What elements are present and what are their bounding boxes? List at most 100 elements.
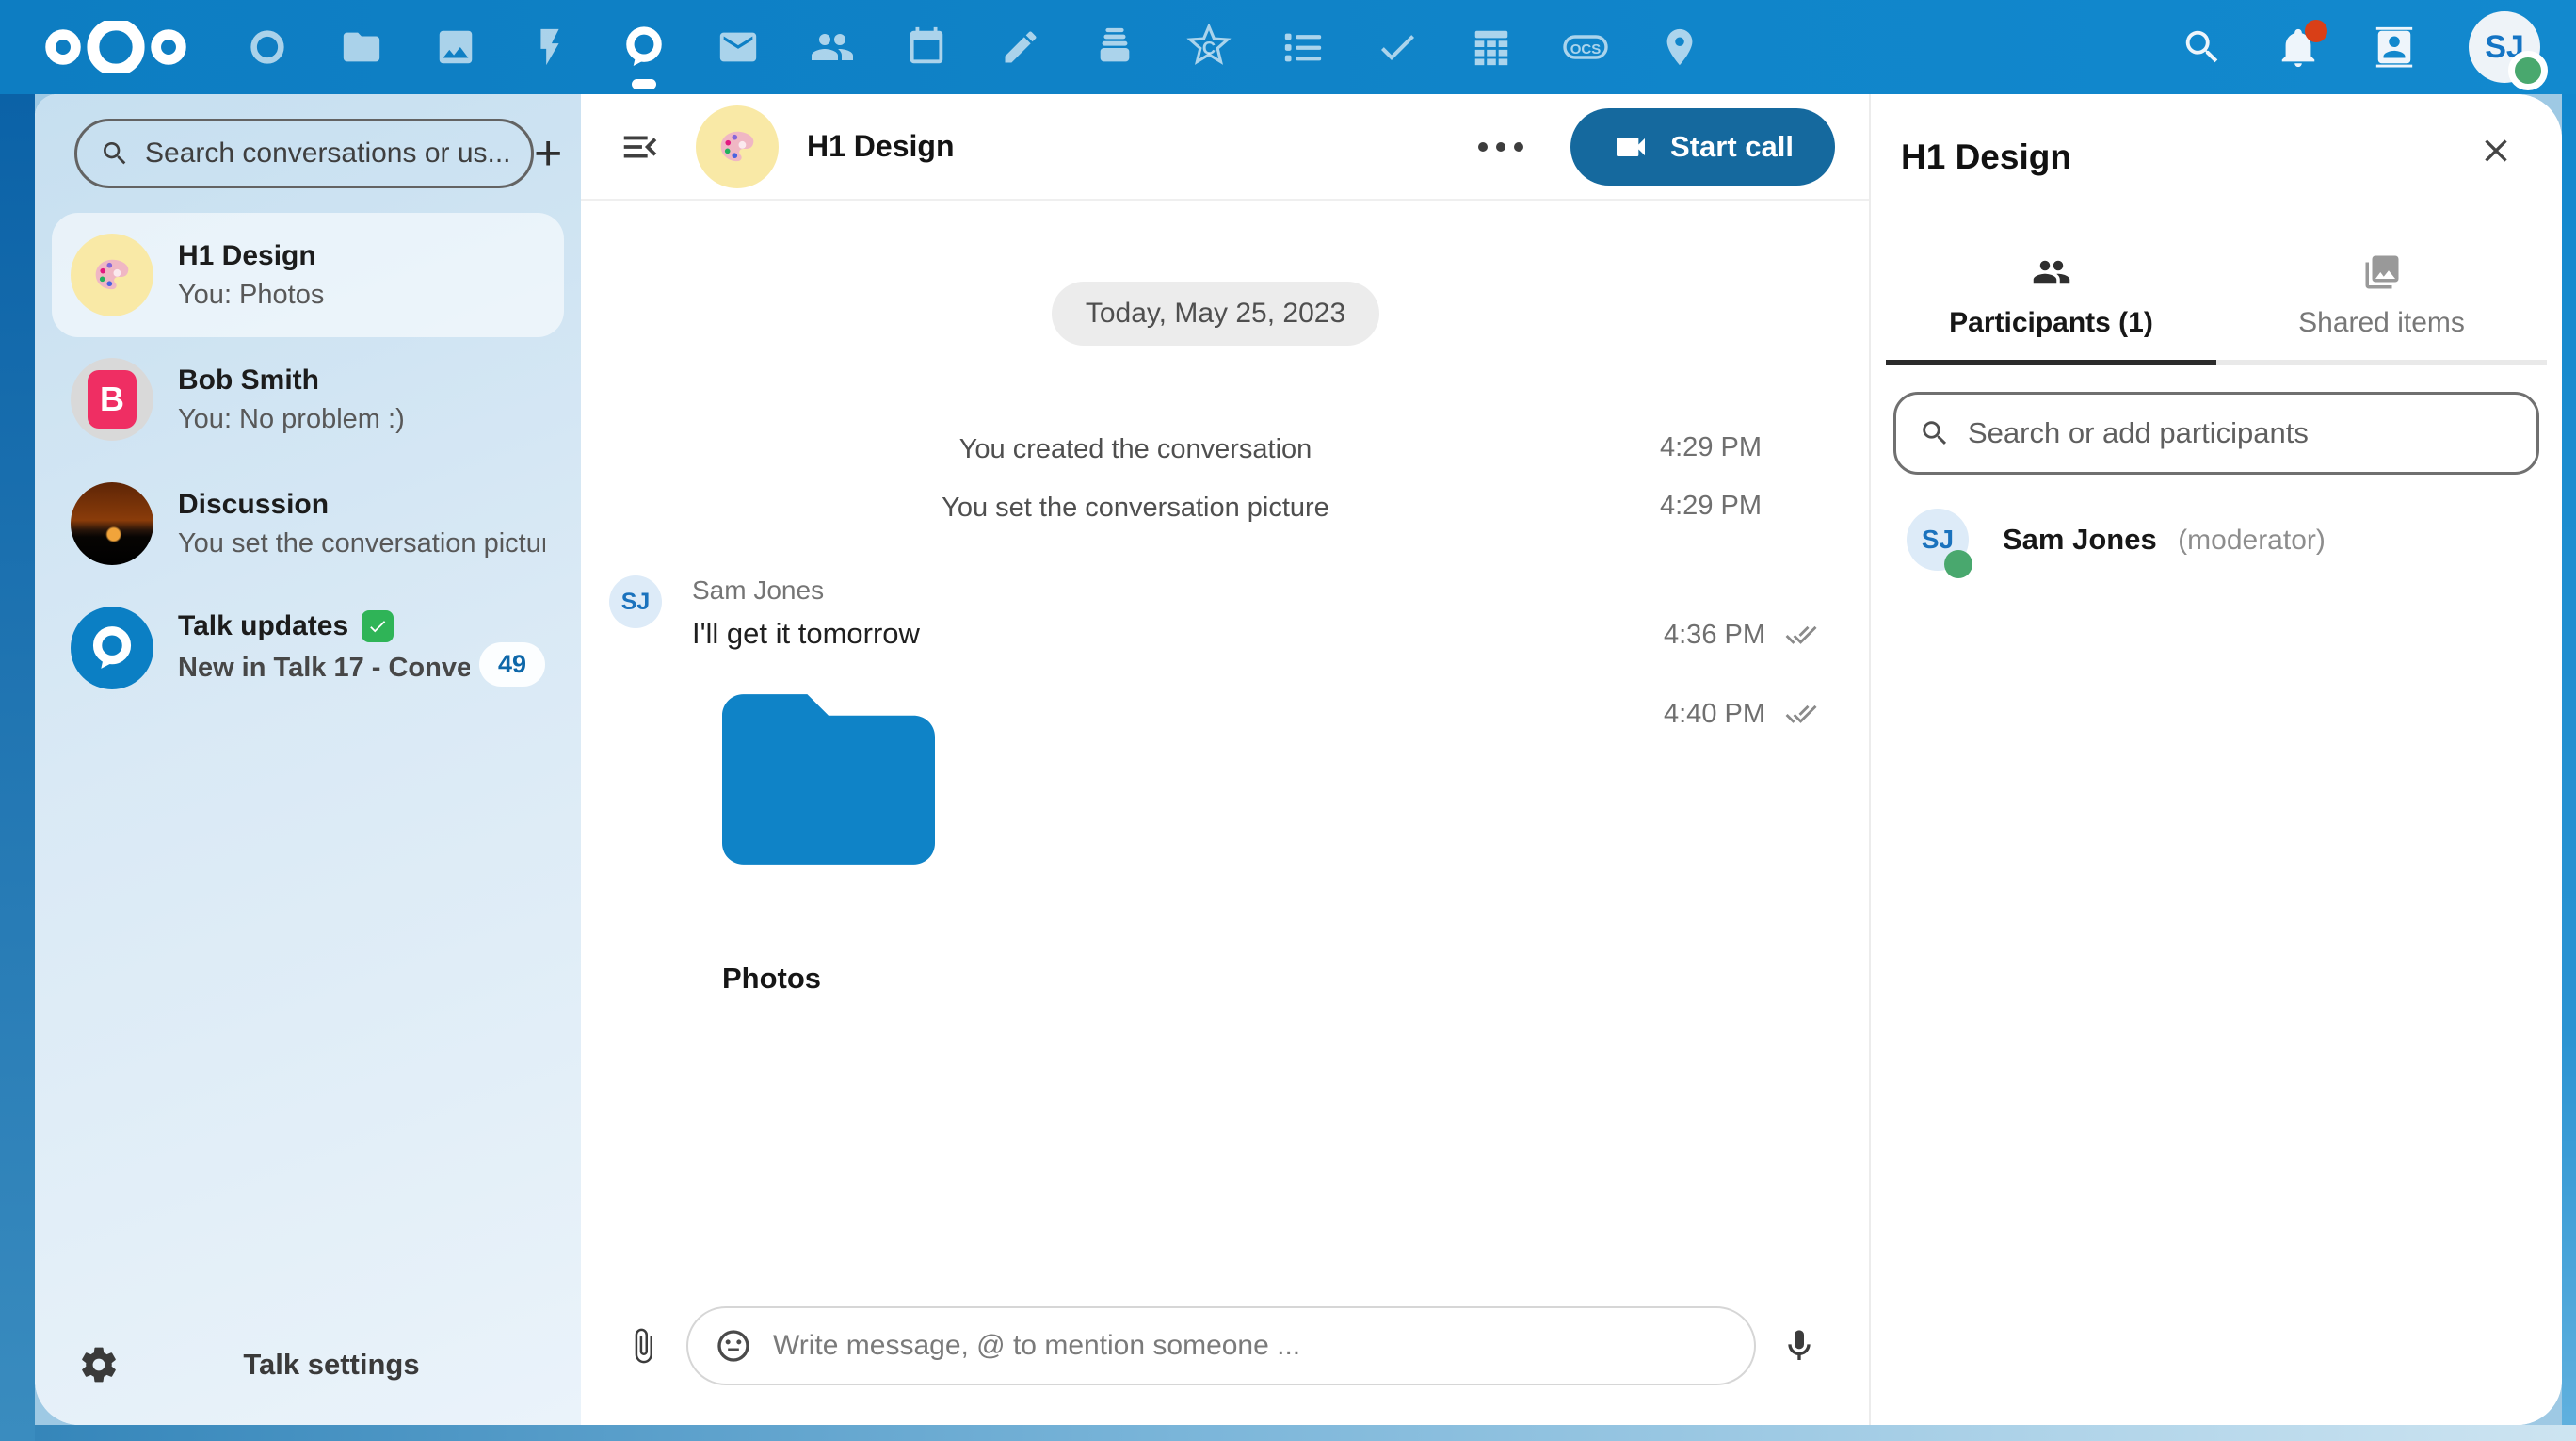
conversation-list: H1 Design You: Photos B Bob Smith You: N… xyxy=(35,209,581,710)
notes-icon[interactable] xyxy=(974,0,1068,94)
notification-dot xyxy=(2305,20,2327,42)
search-icon[interactable] xyxy=(2181,25,2224,69)
microphone-icon[interactable] xyxy=(1780,1327,1818,1365)
unread-count-badge: 49 xyxy=(479,642,545,687)
tables-icon[interactable] xyxy=(1444,0,1538,94)
conversation-last-message: You: Photos xyxy=(178,280,545,311)
participant-search[interactable] xyxy=(1893,392,2539,475)
chat-header: H1 Design Start call xyxy=(581,94,1869,201)
files-icon[interactable] xyxy=(314,0,409,94)
participants-icon xyxy=(2032,252,2071,292)
user-avatar[interactable]: SJ xyxy=(2469,11,2540,83)
date-separator: Today, May 25, 2023 xyxy=(1052,282,1379,346)
nextcloud-logo[interactable] xyxy=(40,21,192,73)
message-text: I'll get it tomorrow xyxy=(692,617,920,651)
conversations-sidebar: + H1 Design You: Photos B xyxy=(35,94,581,1425)
bob-avatar: B xyxy=(71,358,153,441)
activity-icon[interactable] xyxy=(503,0,597,94)
message-time: 4:29 PM xyxy=(1660,491,1762,522)
online-status-dot xyxy=(1944,550,1972,578)
message-author: Sam Jones xyxy=(692,575,920,606)
new-conversation-button[interactable]: + xyxy=(534,121,562,186)
nextcloud-talk-app: C OCS xyxy=(0,0,2576,1441)
conversation-title: Talk updates xyxy=(178,610,348,642)
photos-icon[interactable] xyxy=(409,0,503,94)
system-message: You set the conversation picture 4:29 PM xyxy=(609,487,1822,528)
talk-settings-button[interactable]: Talk settings xyxy=(120,1348,543,1382)
conversation-menu-icon[interactable] xyxy=(1478,142,1523,152)
maps-icon[interactable] xyxy=(1633,0,1727,94)
collectives-icon[interactable]: C xyxy=(1162,0,1256,94)
sunset-photo-avatar xyxy=(71,482,153,565)
message-time: 4:40 PM xyxy=(1664,699,1765,730)
deck-icon[interactable] xyxy=(1068,0,1162,94)
chat-message: SJ Sam Jones I'll get it tomorrow 4:36 P… xyxy=(609,575,1822,651)
tab-shared-items[interactable]: Shared items xyxy=(2216,252,2547,365)
details-tabs: Participants (1) Shared items xyxy=(1886,252,2547,365)
online-status-dot xyxy=(2508,51,2548,90)
emoji-picker-icon[interactable] xyxy=(715,1327,752,1365)
forms-icon[interactable] xyxy=(1256,0,1350,94)
sidebar-search-row: + xyxy=(35,94,581,209)
shared-items-icon xyxy=(2362,252,2402,292)
conversation-item-bob-smith[interactable]: B Bob Smith You: No problem :) xyxy=(52,337,564,461)
attachment-paperclip-icon[interactable] xyxy=(624,1327,662,1365)
folder-icon xyxy=(722,694,935,865)
background-strip-left xyxy=(0,94,35,1441)
chat-title: H1 Design xyxy=(807,129,954,164)
active-app-indicator xyxy=(632,79,656,89)
message-input-row xyxy=(581,1286,1869,1425)
start-call-button[interactable]: Start call xyxy=(1570,108,1835,186)
dashboard-icon[interactable] xyxy=(220,0,314,94)
details-title: H1 Design xyxy=(1901,138,2547,177)
read-receipt-icon xyxy=(1780,619,1822,651)
conversation-title: Discussion xyxy=(178,489,329,521)
calendar-icon[interactable] xyxy=(879,0,974,94)
conversation-item-talk-updates[interactable]: Talk updates New in Talk 17 - Convers...… xyxy=(52,586,564,710)
mail-icon[interactable] xyxy=(691,0,785,94)
participant-search-input[interactable] xyxy=(1968,416,2514,450)
participant-row[interactable]: SJ Sam Jones (moderator) xyxy=(1893,497,2539,582)
bob-avatar-letter: B xyxy=(88,370,137,429)
conversation-last-message: You set the conversation picture xyxy=(178,528,545,559)
message-list: Today, May 25, 2023 You created the conv… xyxy=(581,201,1869,1286)
notifications-bell-icon[interactable] xyxy=(2277,25,2320,69)
conversation-item-h1-design[interactable]: H1 Design You: Photos xyxy=(52,213,564,337)
participant-name: Sam Jones xyxy=(2003,523,2157,556)
message-input-container xyxy=(686,1306,1756,1385)
message-input[interactable] xyxy=(773,1330,1728,1362)
file-message: Photos 4:40 PM xyxy=(609,694,1822,996)
conversation-search[interactable] xyxy=(74,119,534,188)
collapse-sidebar-icon[interactable] xyxy=(619,125,662,169)
contacts-menu-icon[interactable] xyxy=(2373,25,2416,69)
close-icon[interactable] xyxy=(2477,132,2515,170)
talk-icon[interactable] xyxy=(597,0,691,94)
verified-check-icon xyxy=(362,610,394,642)
conversation-details-panel: H1 Design Participants (1) Shared items xyxy=(1869,94,2562,1425)
conversation-title: Bob Smith xyxy=(178,364,319,397)
background-strip-bottom xyxy=(35,1425,2576,1441)
tab-participants[interactable]: Participants (1) xyxy=(1886,252,2216,365)
participant-avatar: SJ xyxy=(1907,509,1969,571)
app-body: + H1 Design You: Photos B xyxy=(35,94,2562,1425)
conversation-item-discussion[interactable]: Discussion You set the conversation pict… xyxy=(52,461,564,586)
svg-text:OCS: OCS xyxy=(1570,41,1602,57)
search-icon xyxy=(1919,417,1951,449)
file-name: Photos xyxy=(722,962,935,996)
tasks-icon[interactable] xyxy=(1350,0,1444,94)
sidebar-footer: Talk settings xyxy=(35,1318,581,1425)
conversation-search-input[interactable] xyxy=(145,138,508,170)
video-camera-icon xyxy=(1612,128,1650,166)
contacts-icon[interactable] xyxy=(785,0,879,94)
conversation-avatar xyxy=(696,105,779,188)
shared-folder-preview[interactable]: Photos xyxy=(722,694,935,996)
app-menu: C OCS xyxy=(220,0,1727,94)
ocs-icon[interactable]: OCS xyxy=(1538,0,1633,94)
gear-icon[interactable] xyxy=(78,1344,120,1385)
message-time: 4:29 PM xyxy=(1660,432,1762,463)
sender-avatar[interactable]: SJ xyxy=(609,575,662,628)
chat-panel: H1 Design Start call Today, May 25, 2023… xyxy=(581,94,1869,1425)
svg-text:C: C xyxy=(1202,38,1216,58)
system-message: You created the conversation 4:29 PM xyxy=(609,429,1822,470)
palette-avatar xyxy=(71,234,153,316)
